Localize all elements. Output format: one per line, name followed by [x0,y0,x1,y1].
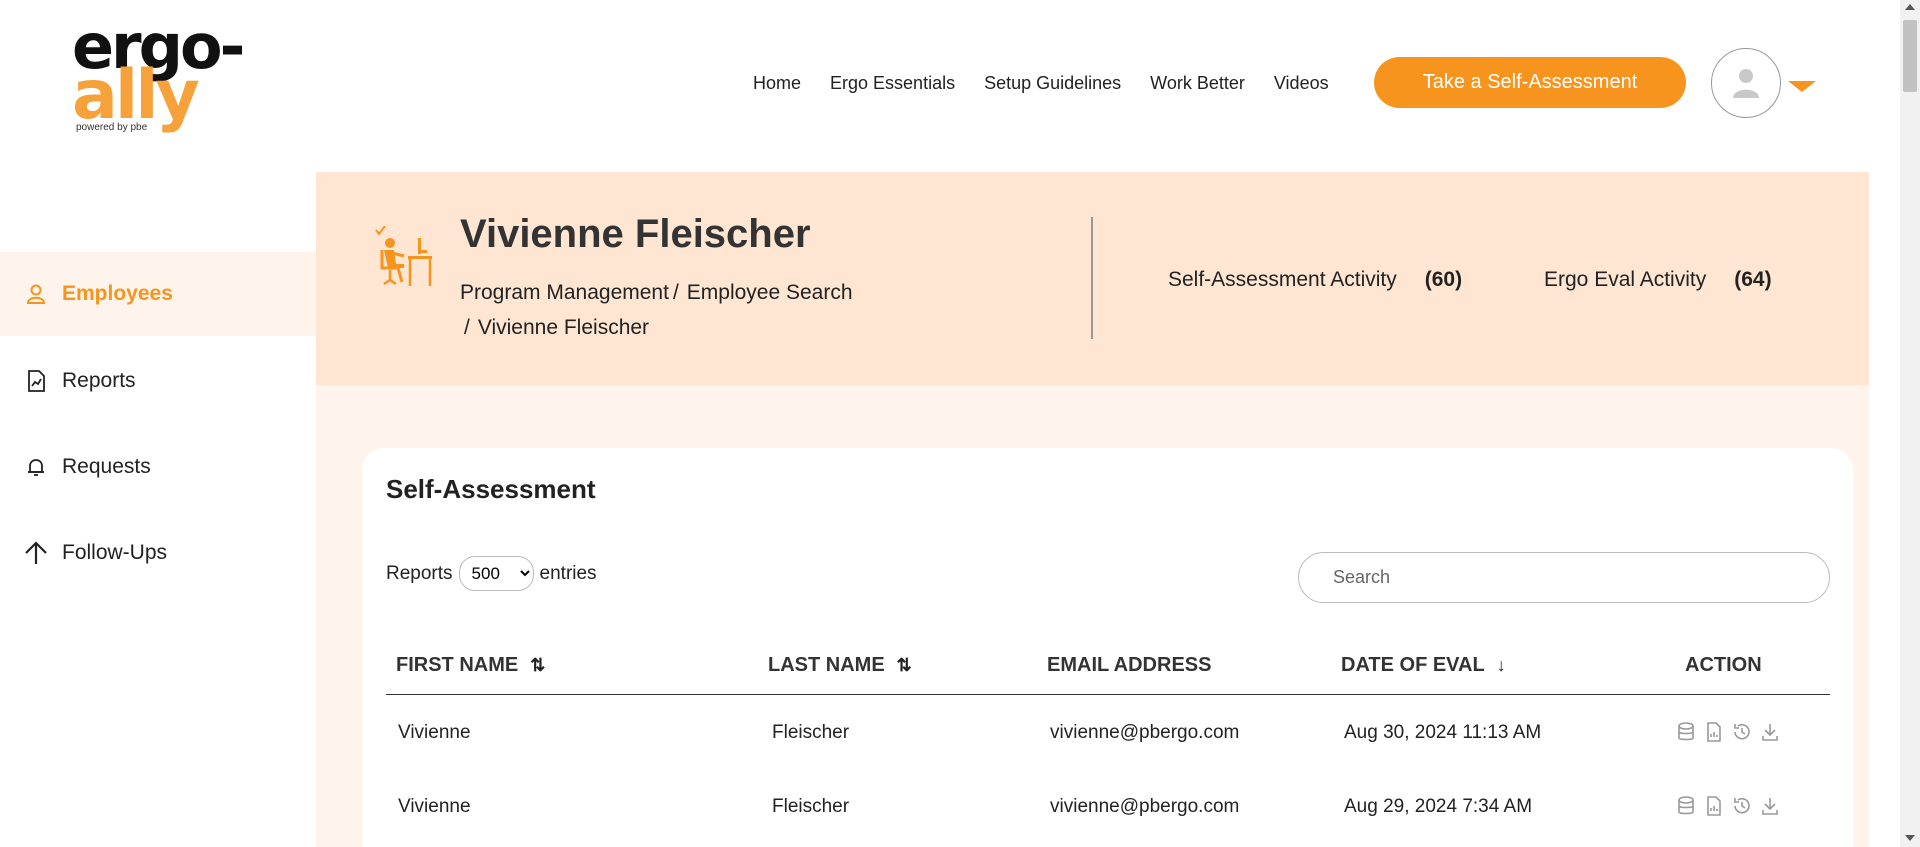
nav-setup-guidelines[interactable]: Setup Guidelines [984,73,1121,94]
employee-banner: Vivienne Fleischer Program Management / Em… [316,172,1869,385]
cell-date: Aug 30, 2024 11:13 AM [1344,722,1542,743]
column-label: EMAIL ADDRESS [1047,654,1212,676]
chevron-down-icon[interactable] [1788,81,1816,92]
desk-worker-icon [375,226,432,286]
scrollbar-thumb[interactable] [1903,20,1917,92]
sidebar-item-label: Requests [62,455,151,478]
nav-videos[interactable]: Videos [1274,73,1329,94]
cell-first-name: Vivienne [398,796,471,817]
ergo-eval-activity-count: (64) [1734,268,1772,291]
main-content: Vivienne Fleischer Program Management / Em… [316,172,1869,847]
cell-email: vivienne@pbergo.com [1050,722,1240,743]
nav-ergo-essentials[interactable]: Ergo Essentials [830,73,955,94]
user-avatar-icon [1733,69,1759,98]
entries-select[interactable]: 500 [458,556,534,591]
length-suffix: entries [539,562,597,584]
banner-divider [1091,217,1093,339]
length-prefix: Reports [386,562,453,584]
column-action: ACTION [1685,654,1762,677]
table-header: FIRST NAME ⇅ LAST NAME ⇅ EMAIL ADDRESS D… [386,640,1830,695]
report-icon [22,367,50,395]
page-scrollbar[interactable] [1900,0,1920,847]
top-header: ergo- ally powered by pbe Home Ergo Esse… [0,0,1900,172]
row-actions [1676,796,1780,816]
scroll-down-arrow-icon[interactable] [1905,835,1915,841]
nav-home[interactable]: Home [753,73,801,94]
sidebar: Employees Reports Requests Follow-Ups [0,172,316,847]
main-nav: Home Ergo Essentials Setup Guidelines Wo… [753,73,1329,94]
document-icon[interactable] [1704,796,1724,816]
avatar[interactable] [1711,48,1781,118]
self-assessment-activity[interactable]: Self-Assessment Activity (60) [1168,268,1462,292]
column-label: ACTION [1685,654,1762,676]
column-label: DATE OF EVAL [1341,654,1485,676]
download-icon[interactable] [1760,722,1780,742]
column-date-of-eval[interactable]: DATE OF EVAL ↓ [1341,654,1506,677]
database-icon[interactable] [1676,722,1696,742]
history-icon[interactable] [1732,796,1752,816]
sidebar-item-label: Reports [62,369,136,392]
sort-desc-icon[interactable]: ↓ [1497,655,1506,676]
sidebar-item-reports[interactable]: Reports [0,339,316,423]
take-self-assessment-button[interactable]: Take a Self-Assessment [1374,57,1686,108]
document-icon[interactable] [1704,722,1724,742]
search-input[interactable] [1298,552,1830,603]
card-title: Self-Assessment [386,474,596,504]
user-icon [22,280,50,308]
logo-text-ally: ally [72,56,200,135]
sidebar-item-employees[interactable]: Employees [0,252,316,336]
sort-both-icon[interactable]: ⇅ [530,655,545,676]
breadcrumb-separator: / [672,281,679,304]
breadcrumb-employee-search[interactable]: Employee Search [687,281,853,304]
scroll-up-arrow-icon[interactable] [1905,4,1915,10]
sidebar-item-requests[interactable]: Requests [0,425,316,509]
sidebar-item-label: Employees [62,282,173,305]
arrow-up-icon [22,539,50,567]
column-label: FIRST NAME [396,654,519,676]
download-icon[interactable] [1760,796,1780,816]
breadcrumb-current: Vivienne Fleischer [477,316,650,339]
row-actions [1676,722,1780,742]
cell-date: Aug 29, 2024 7:34 AM [1344,796,1533,817]
column-label: LAST NAME [768,654,885,676]
entries-length-control: Reports 500 entries [386,556,597,591]
cell-first-name: Vivienne [398,722,471,743]
sidebar-item-label: Follow-Ups [62,541,168,564]
logo-tagline: powered by pbe [76,122,148,133]
ergo-eval-activity-label: Ergo Eval Activity [1544,268,1707,291]
column-last-name[interactable]: LAST NAME ⇅ [768,654,912,677]
sort-both-icon[interactable]: ⇅ [897,655,912,676]
nav-work-better[interactable]: Work Better [1150,73,1245,94]
column-first-name[interactable]: FIRST NAME ⇅ [396,654,545,677]
breadcrumb: Program Management / Employee Search / Vivi… [460,275,930,345]
cell-email: vivienne@pbergo.com [1050,796,1240,817]
self-assessment-card: Self-Assessment Reports 500 entries FIRS… [362,448,1853,847]
ergo-eval-activity[interactable]: Ergo Eval Activity (64) [1544,268,1772,292]
cell-last-name: Fleischer [772,796,850,817]
employee-name: Vivienne Fleischer [460,212,811,256]
sidebar-item-follow-ups[interactable]: Follow-Ups [0,511,316,595]
table-row[interactable]: Vivienne Fleischer vivienne@pbergo.com A… [386,698,1830,772]
breadcrumb-separator: / [464,316,470,339]
column-email[interactable]: EMAIL ADDRESS [1047,654,1211,677]
breadcrumb-program-management[interactable]: Program Management [460,281,669,304]
history-icon[interactable] [1732,722,1752,742]
self-assessment-activity-count: (60) [1424,268,1463,291]
table-row[interactable]: Vivienne Fleischer vivienne@pbergo.com A… [386,772,1830,846]
ergo-ally-logo[interactable]: ergo- ally powered by pbe [72,16,287,142]
database-icon[interactable] [1676,796,1696,816]
self-assessment-activity-label: Self-Assessment Activity [1168,268,1397,291]
bell-icon [22,453,50,481]
cell-last-name: Fleischer [772,722,850,743]
